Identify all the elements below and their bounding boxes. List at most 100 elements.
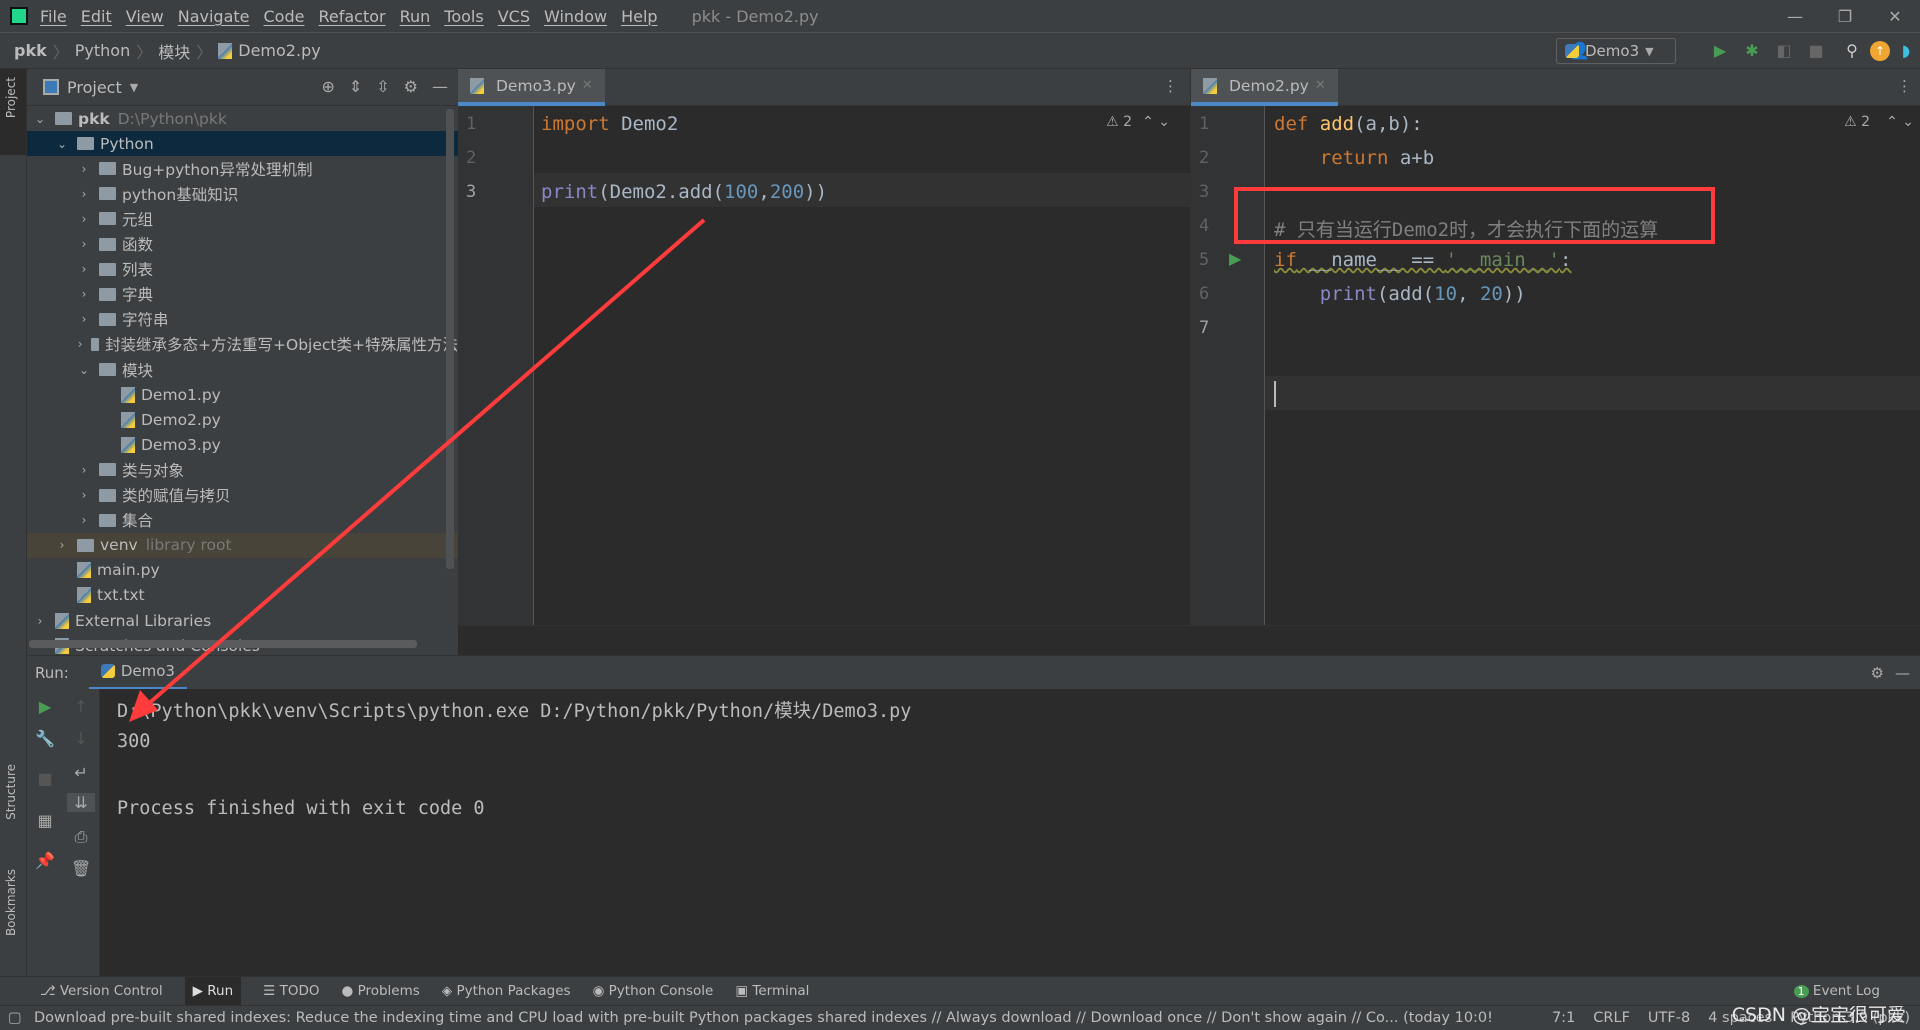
tree-item[interactable]: › 元组: [27, 206, 458, 231]
breadcrumb-module[interactable]: 模块: [158, 39, 190, 63]
code-line-2[interactable]: return a+b: [1274, 147, 1434, 169]
notification-icon[interactable]: ▢: [8, 1010, 22, 1026]
menu-window[interactable]: Window: [544, 7, 607, 26]
tree-item[interactable]: ⌄ 模块: [27, 357, 458, 382]
more-tabs-icon[interactable]: ⋮: [1163, 77, 1178, 95]
close-tab-icon[interactable]: ✕: [1315, 78, 1326, 93]
tree-item[interactable]: › 封装继承多态+方法重写+Object类+特殊属性方法: [27, 332, 458, 357]
chevron-down-icon[interactable]: ⌄: [77, 363, 91, 377]
code-line-3[interactable]: print(Demo2.add(100,200)): [541, 181, 827, 203]
down-arrow-icon[interactable]: ↓: [71, 729, 91, 748]
tree-item[interactable]: › python基础知识: [27, 181, 458, 206]
event-log-button[interactable]: 1 Event Log: [1793, 983, 1880, 999]
tree-item[interactable]: › 集合: [27, 508, 458, 533]
menu-run[interactable]: Run: [400, 7, 431, 26]
breadcrumb-python[interactable]: Python: [75, 41, 130, 60]
chevron-right-icon[interactable]: ›: [77, 337, 83, 351]
chevron-right-icon[interactable]: ›: [77, 488, 91, 502]
chevron-right-icon[interactable]: ›: [77, 187, 91, 201]
minimize-button[interactable]: —: [1770, 0, 1820, 33]
chevron-right-icon[interactable]: ›: [77, 212, 91, 226]
tree-item[interactable]: Demo3.py: [27, 432, 458, 457]
code-line-5[interactable]: if __name__ == '__main__':: [1274, 249, 1571, 271]
run-console[interactable]: D:\Python\pkk\venv\Scripts\python.exe D:…: [100, 689, 1920, 976]
update-icon[interactable]: ↑: [1870, 41, 1890, 61]
print-icon[interactable]: ⎙: [71, 827, 91, 847]
nav-arrows-icon[interactable]: ⌃ ⌄: [1142, 114, 1170, 130]
tab-run[interactable]: ▶ Run: [184, 977, 242, 1005]
structure-stripe-button[interactable]: Structure: [4, 764, 18, 820]
rerun-icon[interactable]: ▶: [35, 697, 55, 716]
tree-item[interactable]: › venv library root: [27, 532, 458, 558]
breadcrumb-file[interactable]: Demo2.py: [238, 41, 320, 60]
pin-icon[interactable]: 📌: [35, 851, 55, 870]
tree-item[interactable]: › Bug+python异常处理机制: [27, 156, 458, 181]
scroll-to-end-icon[interactable]: ⇊: [67, 793, 95, 812]
chevron-right-icon[interactable]: ›: [77, 262, 91, 276]
tree-item[interactable]: › 类与对象: [27, 457, 458, 482]
jetbrains-icon[interactable]: ◗: [1896, 41, 1916, 61]
tree-item[interactable]: › 类的赋值与拷贝: [27, 483, 458, 508]
tree-item[interactable]: ⌄ pkk D:\Python\pkk: [27, 106, 458, 131]
menu-vcs[interactable]: VCS: [498, 7, 530, 26]
soft-wrap-icon[interactable]: ↵: [71, 763, 91, 782]
tab-version-control[interactable]: ⎇ Version Control: [40, 983, 163, 999]
tab-python-console[interactable]: ◉ Python Console: [593, 983, 714, 999]
chevron-right-icon[interactable]: ›: [77, 513, 91, 527]
locate-icon[interactable]: ⊕: [321, 77, 334, 96]
stop-icon[interactable]: ■: [35, 769, 55, 788]
trash-icon[interactable]: 🗑: [71, 859, 91, 878]
tree-item[interactable]: › 字符串: [27, 307, 458, 332]
tree-item[interactable]: txt.txt: [27, 583, 458, 608]
chevron-right-icon[interactable]: ›: [55, 538, 69, 552]
code-line-1[interactable]: import Demo2: [541, 113, 678, 135]
menu-help[interactable]: Help: [621, 7, 657, 26]
menu-code[interactable]: Code: [264, 7, 305, 26]
close-window-button[interactable]: ✕: [1870, 0, 1920, 33]
tree-scrollbar[interactable]: [446, 109, 454, 569]
gear-icon[interactable]: ⚙: [1871, 664, 1884, 682]
tree-hscrollbar[interactable]: [29, 640, 417, 648]
nav-arrows-icon[interactable]: ⌃ ⌄: [1886, 114, 1914, 130]
tree-item[interactable]: Demo2.py: [27, 407, 458, 432]
restore-button[interactable]: ❐: [1820, 0, 1870, 33]
chevron-right-icon[interactable]: ›: [77, 237, 91, 251]
tree-item[interactable]: › 字典: [27, 282, 458, 307]
more-tabs-icon[interactable]: ⋮: [1897, 77, 1912, 95]
warnings-indicator[interactable]: ⚠ 2: [1106, 114, 1132, 130]
tree-item[interactable]: › 函数: [27, 232, 458, 257]
project-stripe-button[interactable]: Project: [0, 69, 26, 155]
up-arrow-icon[interactable]: ↑: [71, 697, 91, 716]
bookmarks-stripe-button[interactable]: Bookmarks: [4, 869, 18, 936]
tree-item[interactable]: › External Libraries: [27, 608, 458, 633]
chevron-down-icon[interactable]: ⌄: [33, 112, 47, 126]
breadcrumb-pkk[interactable]: pkk: [14, 41, 47, 60]
tab-todo[interactable]: ☰ TODO: [263, 983, 319, 999]
chevron-right-icon[interactable]: ›: [33, 614, 47, 628]
project-title[interactable]: Project: [67, 78, 122, 97]
chevron-down-icon[interactable]: ⌄: [55, 137, 69, 151]
run-icon[interactable]: ▶: [1710, 41, 1730, 61]
tab-python-packages[interactable]: ◈ Python Packages: [442, 983, 571, 999]
hide-icon[interactable]: —: [1895, 664, 1910, 682]
menu-navigate[interactable]: Navigate: [178, 7, 250, 26]
tree-item[interactable]: Demo1.py: [27, 382, 458, 407]
menu-file[interactable]: File: [40, 7, 67, 26]
menu-edit[interactable]: Edit: [81, 7, 112, 26]
hide-icon[interactable]: —: [432, 77, 448, 96]
run-gutter-icon[interactable]: ▶: [1229, 249, 1241, 268]
menu-view[interactable]: View: [126, 7, 164, 26]
tab-demo3[interactable]: Demo3.py ✕: [458, 69, 605, 106]
layout-icon[interactable]: ▦: [35, 811, 55, 830]
tree-item[interactable]: ⌄ Python: [27, 131, 458, 157]
code-line-6[interactable]: print(add(10, 20)): [1274, 283, 1526, 305]
file-encoding[interactable]: UTF-8: [1648, 1010, 1690, 1026]
run-tab-demo3[interactable]: Demo3: [88, 656, 187, 690]
caret-position[interactable]: 7:1: [1552, 1010, 1575, 1026]
stop-icon[interactable]: ■: [1806, 41, 1826, 61]
search-icon[interactable]: ⚲: [1842, 41, 1862, 61]
chevron-right-icon[interactable]: ›: [77, 312, 91, 326]
tab-problems[interactable]: ● Problems: [341, 983, 419, 999]
gear-icon[interactable]: ⚙: [404, 77, 418, 96]
menu-refactor[interactable]: Refactor: [318, 7, 385, 26]
